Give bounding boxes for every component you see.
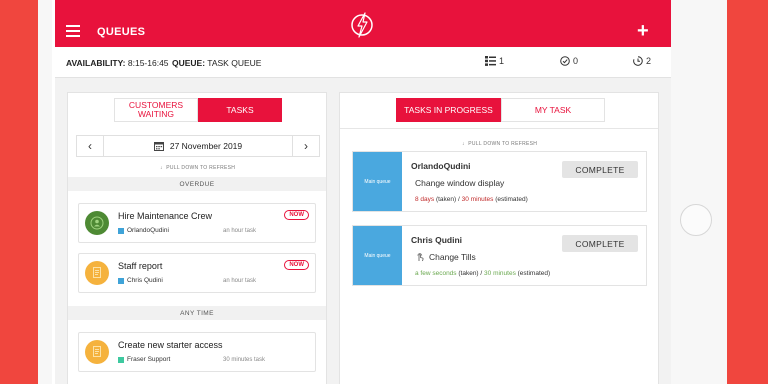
device-bezel-right: [671, 0, 727, 384]
task-item[interactable]: Staff report Chris Qudini an hour task N…: [78, 253, 316, 293]
stat-completed[interactable]: 0: [560, 56, 578, 66]
chevron-left-icon[interactable]: ‹: [77, 136, 104, 156]
divider: [340, 128, 658, 129]
queue-label: QUEUE:: [172, 58, 206, 68]
lightning-bolt-logo-icon: [351, 12, 373, 38]
time-estimated: 30 minutes: [461, 196, 494, 203]
queue-tag: Main queue: [353, 152, 402, 211]
card-task: Change window display: [415, 178, 504, 188]
pull-to-refresh-label: PULL DOWN TO REFRESH: [166, 165, 236, 171]
device-frame-right: [727, 0, 768, 384]
device-frame-left: [0, 0, 38, 384]
availability-label: AVAILABILITY:: [66, 58, 126, 68]
queue-tag: Main queue: [353, 226, 402, 285]
task-title: Staff report: [118, 261, 163, 271]
availability: AVAILABILITY: 8:15-16:45: [66, 58, 169, 68]
arrow-down-icon: ↓: [462, 141, 465, 147]
time-estimated: 30 minutes: [484, 270, 516, 277]
card-assignee: Chris Qudini: [411, 235, 462, 245]
now-badge: NOW: [284, 210, 309, 220]
time-taken-suffix: (taken) /: [434, 196, 462, 203]
availability-value: 8:15-16:45: [127, 58, 169, 68]
app-screen: QUEUES + AVAILABILITY: 8:15-16:45 QUEUE:…: [55, 0, 671, 384]
card-task-label: Change Tills: [429, 252, 476, 262]
task-title: Hire Maintenance Crew: [118, 211, 213, 221]
device-bezel-left: [38, 0, 52, 384]
document-icon: [85, 340, 109, 364]
stat-completed-value: 0: [573, 56, 579, 66]
arrow-down-icon: ↓: [160, 165, 163, 171]
stat-list-value: 1: [499, 56, 505, 66]
time-taken-suffix: (taken) /: [456, 270, 485, 277]
left-tab-group: CUSTOMERS WAITING TASKS: [114, 98, 282, 122]
queue-color-tag: [118, 227, 124, 234]
queue-info: QUEUE: TASK QUEUE: [172, 58, 261, 68]
date-display[interactable]: 27 November 2019: [103, 136, 293, 156]
stat-list[interactable]: 1: [485, 56, 504, 66]
clock-icon: [633, 56, 643, 66]
tab-customers-waiting[interactable]: CUSTOMERS WAITING: [114, 98, 198, 122]
page-title: QUEUES: [97, 26, 146, 38]
in-progress-card[interactable]: Main queue OrlandoQudini Change window d…: [352, 151, 647, 212]
complete-button[interactable]: COMPLETE: [562, 161, 638, 178]
right-tab-group: TASKS IN PROGRESS MY TASK: [396, 98, 605, 122]
chevron-right-icon[interactable]: ›: [292, 136, 319, 156]
now-badge: NOW: [284, 260, 309, 270]
task-assignee: Fraser Support: [118, 356, 170, 363]
task-title: Create new starter access: [118, 340, 223, 350]
tab-tasks-in-progress[interactable]: TASKS IN PROGRESS: [396, 98, 501, 122]
hamburger-icon[interactable]: [66, 25, 80, 37]
card-time: a few seconds (taken) / 30 minutes (esti…: [415, 270, 550, 277]
card-task-label: Change window display: [415, 178, 505, 188]
date-label: 27 November 2019: [169, 141, 243, 151]
section-any-time: ANY TIME: [68, 306, 326, 320]
time-taken: a few seconds: [415, 270, 457, 277]
task-assignee-name: OrlandoQudini: [127, 227, 169, 234]
list-icon: [485, 56, 496, 66]
card-assignee: OrlandoQudini: [411, 161, 471, 171]
check-circle-icon: [560, 56, 570, 66]
queue-color-tag: [118, 356, 124, 363]
info-bar: AVAILABILITY: 8:15-16:45 QUEUE: TASK QUE…: [55, 47, 671, 78]
stat-clock[interactable]: 2: [633, 56, 651, 66]
document-icon: [85, 261, 109, 285]
tab-my-task[interactable]: MY TASK: [501, 98, 605, 122]
queue-value: TASK QUEUE: [207, 58, 262, 68]
task-assignee: OrlandoQudini: [118, 227, 169, 234]
tab-tasks[interactable]: TASKS: [198, 98, 282, 122]
pull-to-refresh-label: PULL DOWN TO REFRESH: [468, 141, 538, 147]
plus-icon[interactable]: +: [637, 21, 649, 41]
date-navigator: ‹ 27 November 2019 ›: [76, 135, 320, 157]
calendar-icon: [153, 142, 164, 151]
task-item[interactable]: Hire Maintenance Crew OrlandoQudini an h…: [78, 203, 316, 243]
tasks-panel: CUSTOMERS WAITING TASKS ‹ 27 November 20…: [67, 92, 327, 384]
queue-color-tag: [118, 277, 124, 284]
section-overdue: OVERDUE: [68, 177, 326, 191]
top-bar: QUEUES +: [55, 0, 671, 47]
complete-button[interactable]: COMPLETE: [562, 235, 638, 252]
in-progress-panel: TASKS IN PROGRESS MY TASK ↓ PULL DOWN TO…: [339, 92, 659, 384]
pull-to-refresh-hint: ↓ PULL DOWN TO REFRESH: [462, 141, 537, 147]
task-assignee-name: Chris Qudini: [127, 277, 163, 284]
task-duration: an hour task: [223, 278, 257, 284]
time-estimated-suffix: (estimated): [493, 196, 528, 203]
touch-icon: [417, 253, 424, 262]
task-item[interactable]: Create new starter access Fraser Support…: [78, 332, 316, 372]
in-progress-card[interactable]: Main queue Chris Qudini Change Tills a f…: [352, 225, 647, 286]
task-assignee-name: Fraser Support: [127, 356, 171, 363]
pull-to-refresh-hint: ↓ PULL DOWN TO REFRESH: [160, 165, 235, 171]
stat-clock-value: 2: [646, 56, 652, 66]
time-taken: 8 days: [415, 196, 435, 203]
time-estimated-suffix: (estimated): [515, 270, 551, 277]
device-home-button[interactable]: [680, 204, 712, 236]
card-time: 8 days (taken) / 30 minutes (estimated): [415, 196, 528, 203]
person-icon: [85, 211, 109, 235]
task-duration: 30 minutes task: [223, 357, 266, 363]
task-duration: an hour task: [223, 228, 257, 234]
card-task: Change Tills: [415, 252, 476, 262]
task-assignee: Chris Qudini: [118, 277, 163, 284]
